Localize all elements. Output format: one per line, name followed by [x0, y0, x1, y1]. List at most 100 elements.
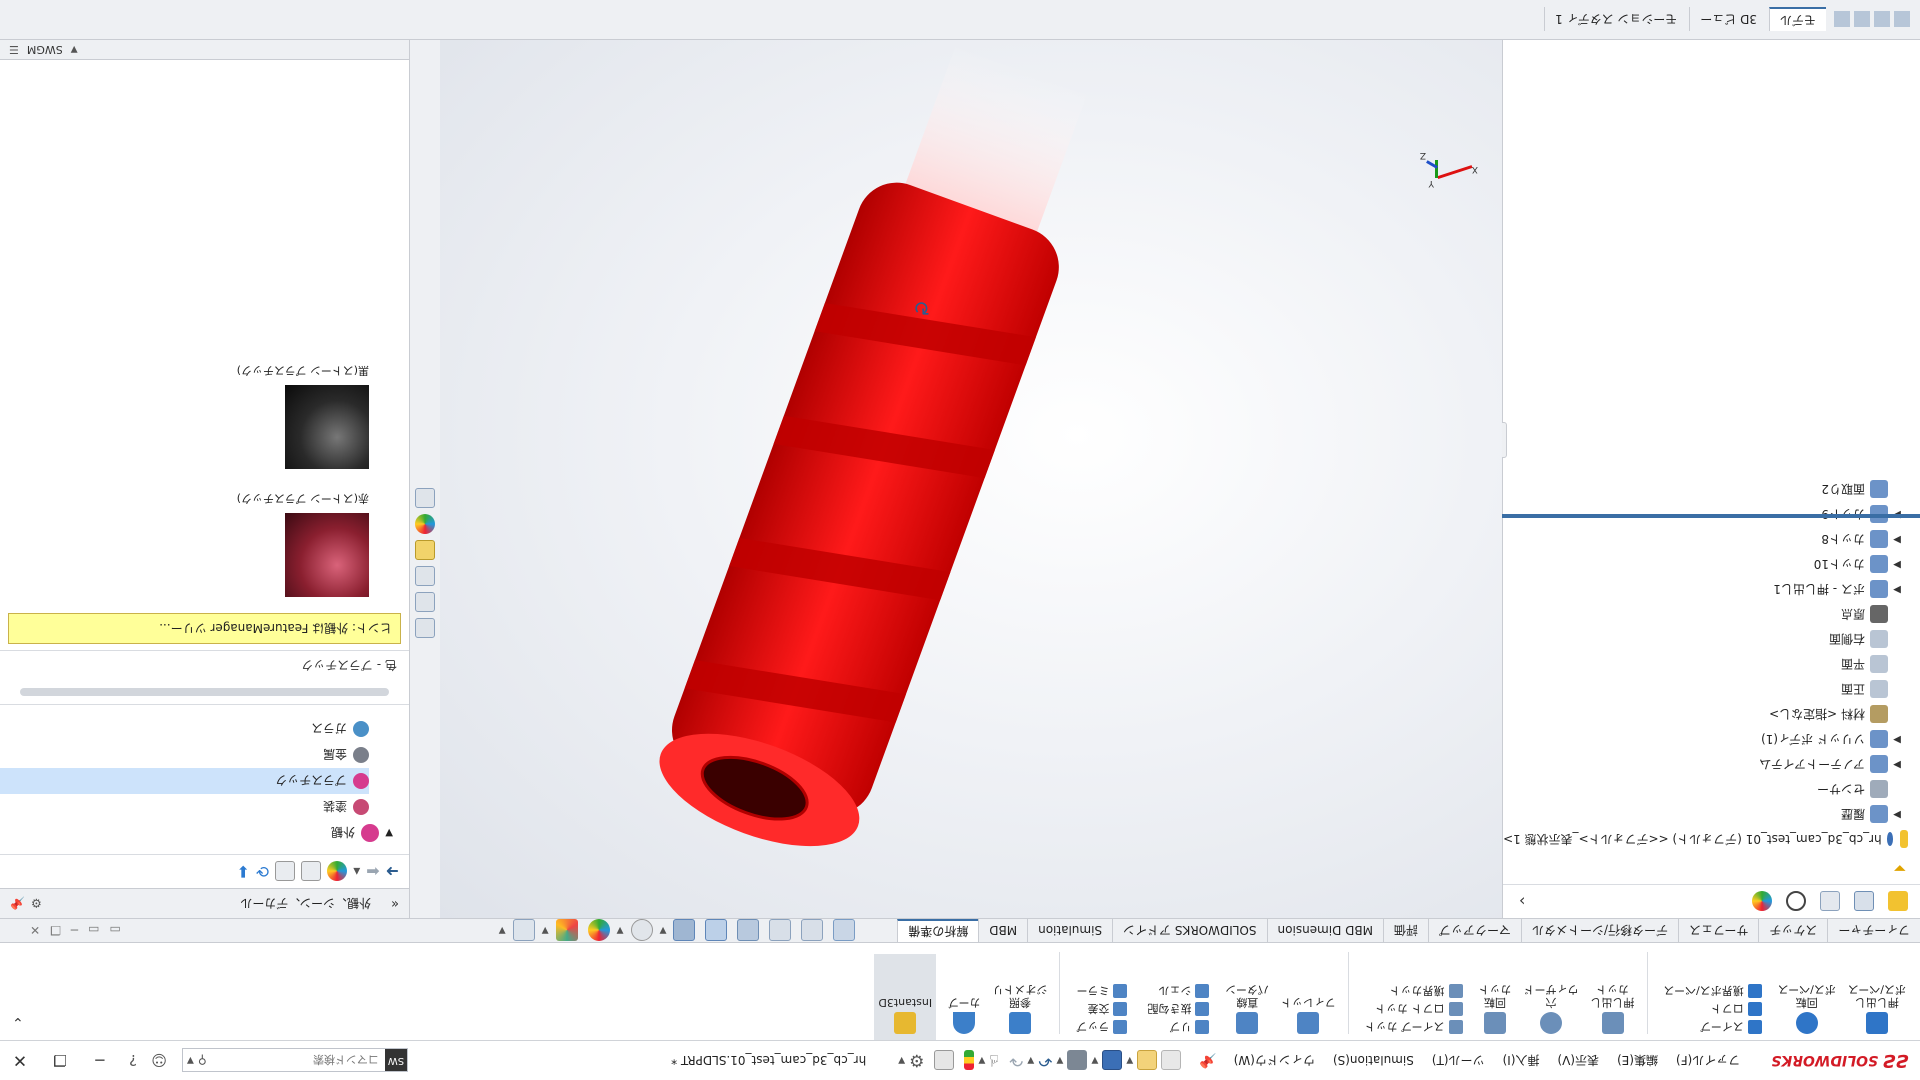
previous-view-icon[interactable] — [769, 919, 792, 942]
menu-insert[interactable]: 挿入(I) — [1494, 1052, 1549, 1069]
tab-scroll-first-icon[interactable] — [1894, 11, 1910, 28]
back-icon[interactable]: ⬅ — [366, 862, 379, 881]
tree-root[interactable]: hr_cb_3d_cam_test_01 (デフォルト) <<デフォルト>_表示… — [1503, 827, 1910, 852]
expand-panel-icon[interactable]: › — [1519, 892, 1525, 911]
hole-wizard-button[interactable]: 穴 ウィザード — [1524, 983, 1579, 1034]
dropdown-icon[interactable]: ▼ — [1027, 1056, 1034, 1066]
user-icon[interactable]: ☺ — [146, 1049, 172, 1073]
print-icon[interactable] — [1067, 1050, 1088, 1071]
add-folder-icon[interactable] — [301, 861, 322, 882]
dropdown-icon[interactable]: ▼ — [617, 926, 624, 936]
footer-menu-icon[interactable]: ☰ — [9, 43, 19, 56]
pin-icon[interactable]: 📌 — [1191, 1053, 1224, 1069]
dropdown-icon[interactable]: ▼ — [1126, 1056, 1133, 1066]
tab-motion-study[interactable]: モーション スタディ 1 — [1544, 7, 1688, 32]
tab-model[interactable]: モデル — [1768, 7, 1826, 32]
dropdown-icon[interactable]: ▼ — [499, 926, 506, 936]
save-icon[interactable] — [1102, 1050, 1123, 1071]
design-library-icon[interactable] — [415, 592, 435, 612]
tab-surfaces[interactable]: サーフェス — [1678, 919, 1759, 942]
section-view-icon[interactable] — [737, 919, 760, 942]
revolve-boss-button[interactable]: 回転 ボス/ベース — [1778, 983, 1836, 1034]
select-icon[interactable]: ☝ — [989, 1051, 999, 1070]
extrude-cut-button[interactable]: 押し出し カット — [1591, 983, 1635, 1034]
menu-window[interactable]: ウィンドウ(W) — [1225, 1052, 1324, 1069]
menu-view[interactable]: 表示(V) — [1548, 1052, 1608, 1069]
view-orientation-icon[interactable] — [705, 919, 728, 942]
appearance-folder[interactable]: プラスチック — [0, 768, 369, 794]
appearances-scenes-icon[interactable] — [415, 514, 435, 534]
solidworks-resources-icon[interactable] — [415, 618, 435, 638]
tab-scroll-prev-icon[interactable] — [1874, 11, 1890, 28]
filter-icon[interactable]: ⏷ — [1893, 858, 1906, 878]
panel-splitter[interactable] — [1502, 514, 1920, 518]
viewport-restore-icon[interactable]: ❐ — [50, 924, 61, 938]
boundary-cut-button[interactable]: 境界カット — [1365, 984, 1463, 998]
refresh-icon[interactable]: ⟳ — [256, 862, 269, 881]
restore-icon[interactable]: ❐ — [40, 1049, 80, 1073]
tab-scroll-next-icon[interactable] — [1854, 11, 1870, 28]
task-pane-options-icon[interactable]: ⚙ — [31, 897, 42, 911]
tree-item[interactable]: ▶ アノテートアイテム — [1503, 752, 1904, 777]
appearance-folder[interactable]: 塗装 — [0, 794, 369, 820]
menu-simulation[interactable]: Simulation(S) — [1324, 1054, 1423, 1068]
task-pane-pin-icon[interactable]: 📌 — [10, 897, 25, 911]
rebuild-icon[interactable] — [964, 1050, 975, 1071]
property-manager-tab-icon[interactable] — [1854, 891, 1874, 912]
tree-item[interactable]: 正面 — [1503, 677, 1904, 702]
tree-item[interactable]: 平面 — [1503, 652, 1904, 677]
wrap-button[interactable]: ラップ — [1076, 1020, 1128, 1034]
dimxpert-manager-tab-icon[interactable] — [1786, 891, 1806, 912]
viewport-minimize-icon[interactable]: ─ — [71, 924, 78, 938]
options-gear-icon[interactable]: ⚙ — [909, 1051, 924, 1071]
tab-evaluate[interactable]: 評価 — [1382, 919, 1428, 942]
tab-markup[interactable]: マークアップ — [1428, 919, 1522, 942]
tab-simulation[interactable]: Simulation — [1027, 919, 1113, 942]
tab-solidworks-addins[interactable]: SOLIDWORKS アドイン — [1112, 919, 1267, 942]
appearance-folder[interactable]: ガラス — [0, 716, 369, 742]
expand-arrow-icon[interactable]: ▶ — [1890, 759, 1904, 770]
dropdown-icon[interactable]: ▼ — [978, 1056, 985, 1066]
reference-geometry-button[interactable]: 参照 ジオメトリ — [992, 983, 1047, 1034]
undo-icon[interactable]: ↶ — [1038, 1051, 1052, 1071]
tree-item[interactable]: 右側面 — [1503, 627, 1904, 652]
curves-button[interactable]: カーブ — [948, 996, 980, 1034]
view-triad[interactable]: X Y Z — [1418, 148, 1478, 188]
hide-show-items-icon[interactable] — [630, 919, 653, 942]
menu-tools[interactable]: ツール(T) — [1423, 1052, 1494, 1069]
ribbon-collapse-icon[interactable]: ⌄ — [12, 1014, 24, 1030]
tree-item[interactable]: センサー — [1503, 777, 1904, 802]
extrude-boss-button[interactable]: 押し出し ボス/ベース — [1848, 983, 1906, 1034]
linear-pattern-button[interactable]: 直線 パターン — [1225, 983, 1269, 1034]
edit-appearance-icon[interactable] — [587, 919, 610, 942]
footer-dropdown-icon[interactable]: ▼ — [71, 45, 78, 55]
configuration-manager-tab-icon[interactable] — [1820, 891, 1840, 912]
tree-item[interactable]: ▶ カット8 — [1503, 527, 1904, 552]
apply-scene-icon[interactable] — [555, 919, 578, 942]
expand-arrow-icon[interactable]: ▶ — [1890, 809, 1904, 820]
expand-arrow-icon[interactable]: ▶ — [1890, 584, 1904, 595]
model-body[interactable] — [661, 171, 1070, 825]
tab-features[interactable]: フィーチャー — [1827, 919, 1920, 942]
appearance-scrollbar[interactable] — [20, 688, 389, 696]
minimize-icon[interactable]: ─ — [80, 1049, 120, 1073]
tab-3d-views[interactable]: 3D ビュー — [1689, 7, 1767, 32]
swatch-black-plastic[interactable]: 黒(ストーン プラスチック) — [237, 363, 369, 469]
tree-item[interactable]: 原点 — [1503, 602, 1904, 627]
swatch-red-plastic[interactable]: 赤(ストーン プラスチック) — [237, 491, 369, 597]
view-palette-icon[interactable] — [415, 540, 435, 560]
fillet-button[interactable]: フィレット — [1281, 996, 1336, 1034]
tree-item[interactable]: ▶ 履歴 — [1503, 802, 1904, 827]
search-dropdown-icon[interactable]: ▼ — [183, 1056, 194, 1066]
display-manager-tab-icon[interactable] — [1752, 891, 1772, 912]
dropdown-icon[interactable]: ▼ — [898, 1056, 905, 1066]
tile-icon-2[interactable]: ▭ — [88, 924, 99, 938]
expand-arrow-icon[interactable]: ▶ — [1890, 534, 1904, 545]
expand-arrow-icon[interactable]: ▶ — [1890, 559, 1904, 570]
tab-mbd[interactable]: MBD — [978, 919, 1028, 942]
sweep-button[interactable]: スイープ — [1664, 1020, 1762, 1034]
appearances-library-icon[interactable] — [327, 861, 348, 882]
menu-file[interactable]: ファイル(F) — [1667, 1052, 1749, 1069]
custom-properties-icon[interactable] — [415, 488, 435, 508]
expand-arrow-icon[interactable]: ▶ — [1890, 734, 1904, 745]
